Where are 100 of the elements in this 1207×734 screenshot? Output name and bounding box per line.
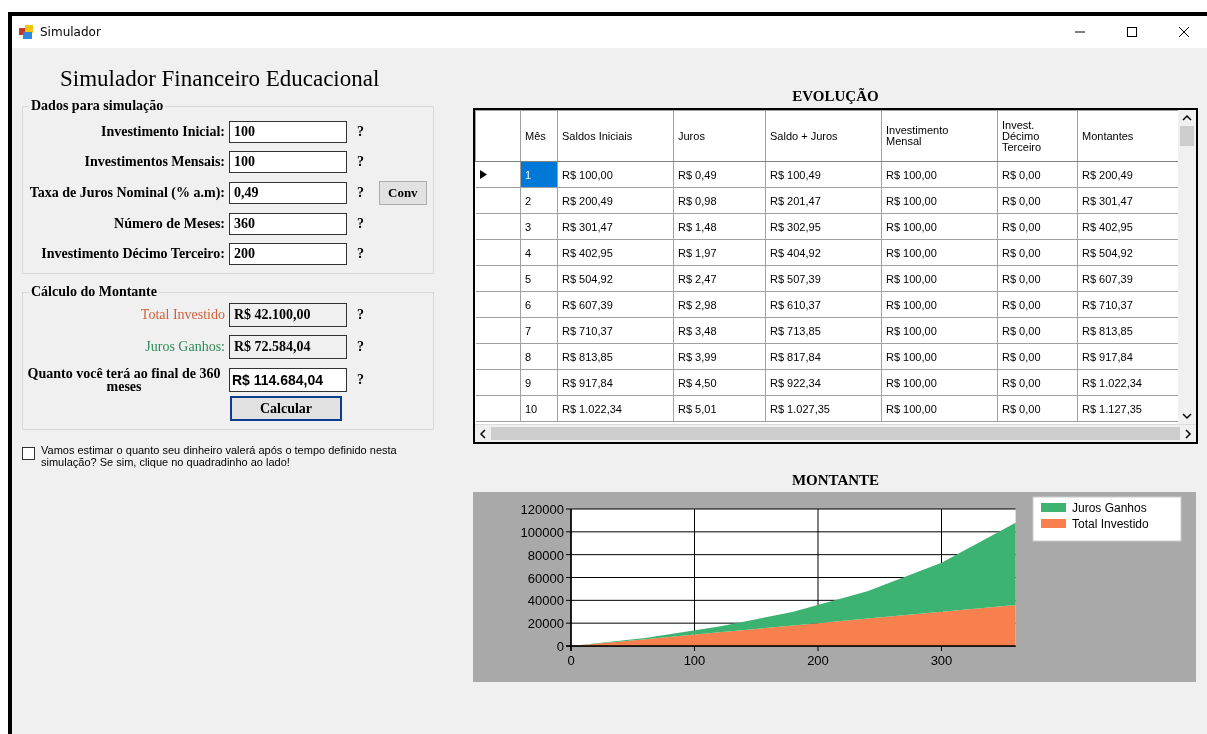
window-title: Simulador [40,25,101,39]
input-field[interactable]: R$ 72.584,04 [229,335,347,359]
table-cell: R$ 100,00 [881,213,998,240]
app-icon [18,24,34,40]
table-cell: R$ 1,97 [673,239,766,266]
field-label: Juros Ganhos: [144,339,226,355]
table-cell: R$ 0,98 [673,187,766,214]
table-cell: R$ 713,85 [765,317,882,344]
help-mark[interactable]: ? [357,154,375,170]
input-field[interactable]: 100 [229,151,347,173]
field-label: Quanto você terá ao final de 360 meses [26,367,222,393]
input-field[interactable]: 200 [229,243,347,265]
calculate-button[interactable]: Calcular [230,396,342,421]
table-cell: R$ 0,00 [997,343,1078,370]
table-cell: R$ 4,50 [673,369,766,396]
table-cell: R$ 710,37 [557,317,674,344]
table-cell: 2 [520,187,558,214]
table-cell: R$ 2,98 [673,291,766,318]
table-cell: R$ 3,99 [673,343,766,370]
help-mark[interactable]: ? [357,339,375,355]
table-cell: R$ 404,92 [765,239,882,266]
convert-button[interactable]: Conv [379,181,427,205]
table-cell: R$ 100,00 [881,265,998,292]
input-field[interactable]: R$ 114.684,04 [229,368,347,392]
y-tick-label: 0 [556,639,564,654]
table-cell: 7 [520,317,558,344]
field-label: Investimento Décimo Terceiro: [40,246,226,262]
scroll-left-icon [479,428,487,439]
help-mark[interactable]: ? [357,307,375,323]
legend-label: Juros Ganhos [1072,501,1147,515]
table-cell: R$ 813,85 [557,343,674,370]
y-tick-label: 60000 [527,570,564,586]
table-cell: R$ 0,00 [997,161,1078,188]
input-field[interactable]: R$ 42.100,00 [229,303,347,327]
column-header[interactable]: Investimento Mensal [881,110,998,162]
legend-label: Total Investido [1072,517,1149,531]
table-cell: R$ 100,49 [765,161,882,188]
y-tick-label: 80000 [527,547,564,563]
field-label: Investimento Inicial: [99,124,226,140]
table-cell: 5 [520,265,558,292]
table-cell: R$ 610,37 [765,291,882,318]
table-cell: R$ 1.022,34 [557,395,674,422]
table-cell: R$ 0,00 [997,213,1078,240]
table-cell: R$ 0,00 [997,317,1078,344]
y-tick-label: 120000 [520,502,564,517]
legend-swatch [1041,519,1066,528]
table-cell: 6 [520,291,558,318]
table-cell: R$ 100,00 [881,187,998,214]
field-label: Número de Meses: [113,216,226,232]
column-header[interactable]: Saldo + Juros [765,110,882,162]
table-cell: R$ 0,00 [997,395,1078,422]
row-header[interactable] [475,161,521,188]
table-cell: R$ 3,48 [673,317,766,344]
scrollbar-thumb[interactable] [491,427,1180,440]
table-cell: R$ 0,00 [997,239,1078,266]
y-tick-label: 40000 [527,593,564,609]
table-cell: R$ 100,00 [881,161,998,188]
column-header[interactable]: Invest. Décimo Terceiro [997,110,1078,162]
table-cell: R$ 817,84 [765,343,882,370]
field-label: Total Investido [139,307,226,323]
table-cell: R$ 2,47 [673,265,766,292]
section-title: MONTANTE [790,472,881,490]
maximize-icon [1126,26,1138,38]
table-cell: R$ 504,92 [557,265,674,292]
help-mark[interactable]: ? [357,372,375,388]
input-field[interactable]: 100 [229,121,347,143]
column-header[interactable]: Juros [673,110,766,162]
table-cell: R$ 100,00 [881,239,998,266]
x-tick-label: 100 [683,653,706,668]
checkbox[interactable] [22,447,35,460]
close-icon [1178,26,1190,38]
table-cell: R$ 917,84 [557,369,674,396]
table-cell: R$ 302,95 [765,213,882,240]
table-cell: R$ 301,47 [557,213,674,240]
input-field[interactable]: 0,49 [229,182,347,204]
table-cell: 9 [520,369,558,396]
y-tick-label: 100000 [520,524,564,540]
scroll-right-icon [1184,428,1192,439]
column-header[interactable]: Saldos Iniciais [557,110,674,162]
help-mark[interactable]: ? [357,246,375,262]
row-pointer-icon [479,169,487,179]
table-cell: 4 [520,239,558,266]
x-tick-label: 0 [567,653,575,668]
field-label: Taxa de Juros Nominal (% a.m): [28,185,226,201]
table-cell: R$ 100,00 [881,395,998,422]
input-field[interactable]: 360 [229,213,347,235]
horizontal-scrollbar[interactable] [475,424,1196,442]
table-cell: R$ 5,01 [673,395,766,422]
table-cell: R$ 402,95 [557,239,674,266]
table-cell: R$ 201,47 [765,187,882,214]
table-cell: 10 [520,395,558,422]
vertical-scrollbar[interactable] [1178,110,1196,424]
x-tick-label: 300 [930,653,953,668]
legend-swatch [1041,503,1066,512]
help-mark[interactable]: ? [357,124,375,140]
help-mark[interactable]: ? [357,185,375,201]
help-mark[interactable]: ? [357,216,375,232]
column-header[interactable]: Mês [520,110,558,162]
scrollbar-thumb[interactable] [1180,126,1194,146]
table-cell: R$ 0,00 [997,291,1078,318]
